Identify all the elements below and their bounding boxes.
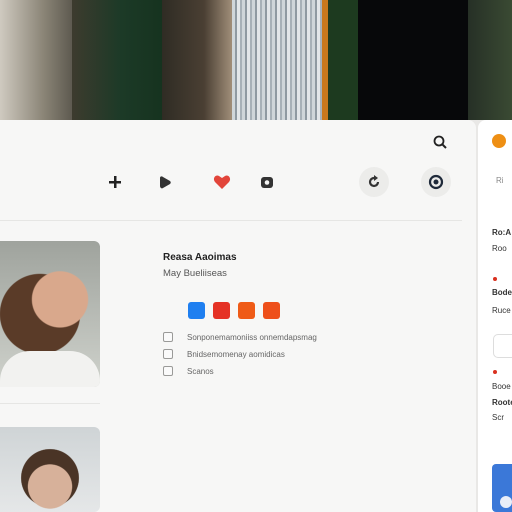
side-item: Scr	[492, 413, 504, 422]
option-label: Scanos	[187, 366, 214, 376]
side-item: Ruce	[492, 306, 511, 315]
side-item: Bode	[492, 288, 512, 297]
side-item: Ro:A	[492, 228, 512, 237]
background-band	[162, 0, 232, 120]
side-item: Booe	[492, 382, 511, 391]
background-band	[358, 0, 468, 120]
side-panel: Ri Ro:A Roo Bode Ruce Booe Roote Scr	[478, 120, 512, 512]
option-label: Sonponemamoniiss onnemdapsmag	[187, 332, 317, 342]
swatch-orange[interactable]	[238, 302, 255, 319]
checkbox[interactable]	[163, 366, 173, 376]
checkbox[interactable]	[163, 349, 173, 359]
swatch-red[interactable]	[213, 302, 230, 319]
camera-icon[interactable]	[252, 167, 282, 197]
side-item: Ri	[496, 176, 504, 185]
profile-photo-secondary[interactable]	[0, 427, 100, 512]
background-image	[0, 0, 512, 120]
swatch-orange-red[interactable]	[263, 302, 280, 319]
side-item: Roo	[492, 244, 507, 253]
divider	[0, 220, 462, 221]
status-dot-red	[493, 277, 497, 281]
background-band	[468, 0, 512, 120]
avatar	[500, 496, 512, 508]
status-dot-red	[493, 370, 497, 374]
play-icon[interactable]	[150, 167, 180, 197]
profile-name: Reasa Aaoimas	[163, 252, 237, 263]
profile-photo[interactable]	[0, 241, 100, 387]
divider	[0, 403, 100, 404]
side-item: Roote	[492, 398, 512, 407]
target-icon[interactable]	[421, 167, 451, 197]
search-icon[interactable]	[432, 134, 448, 150]
side-field[interactable]	[493, 334, 512, 358]
toolbar	[0, 160, 476, 204]
option-row[interactable]: Sonponemamoniiss onnemdapsmag	[163, 332, 317, 342]
checkbox[interactable]	[163, 332, 173, 342]
refresh-icon[interactable]	[359, 167, 389, 197]
swatch-blue[interactable]	[188, 302, 205, 319]
color-swatches	[188, 302, 280, 319]
main-panel: Reasa Aaoimas May Bueliiseas Sonponemamo…	[0, 120, 476, 512]
heart-icon[interactable]	[207, 167, 237, 197]
add-icon[interactable]	[100, 167, 130, 197]
background-band	[72, 0, 162, 120]
background-band	[0, 0, 72, 120]
photo-detail	[0, 351, 100, 387]
profile-subtitle: May Bueliiseas	[163, 268, 227, 279]
status-dot	[492, 134, 506, 148]
option-label: Bnidsemomenay aomidicas	[187, 349, 285, 359]
background-band	[232, 0, 322, 120]
option-row[interactable]: Bnidsemomenay aomidicas	[163, 349, 285, 359]
background-band	[328, 0, 358, 120]
option-row[interactable]: Scanos	[163, 366, 214, 376]
